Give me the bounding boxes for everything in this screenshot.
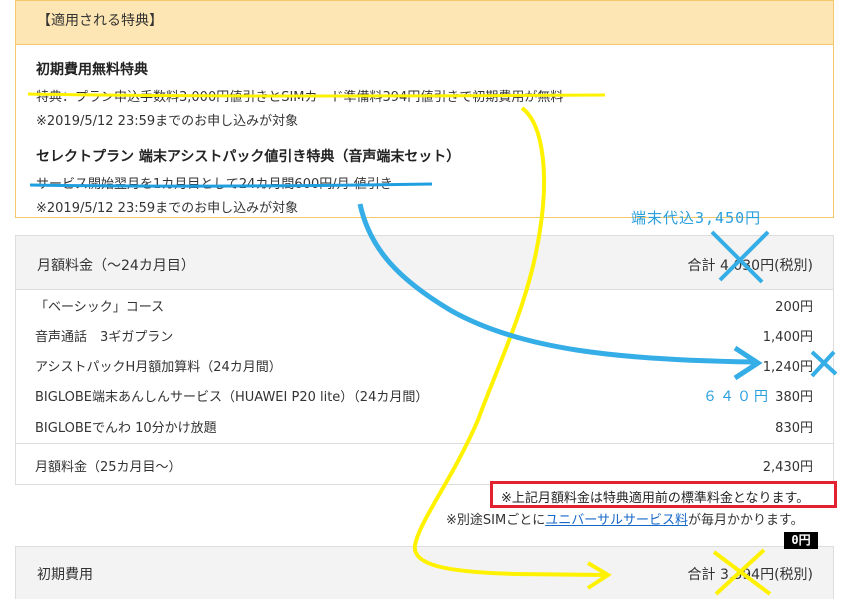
table-row: 「ベーシック」コース 200円 xyxy=(16,290,833,320)
benefit-assist-pack-discount: セレクトプラン 端末アシストパック値引き特典（音声端末セット） サービス開始翌月… xyxy=(36,146,460,216)
universal-service-fee-link[interactable]: ユニバーサルサービス料 xyxy=(545,513,688,528)
initial-fee-total: 合計 3,394円(税別) xyxy=(687,567,813,583)
standard-fee-notice: ※上記月額料金は特典適用前の標準料金となります。 xyxy=(490,481,837,508)
table-row: 音声通話 3ギガプラン 1,400円 xyxy=(16,320,833,350)
benefit-initial-fee-free: 初期費用無料特典 特典：プラン申込手数料3,000円値引きとSIMカード準備料3… xyxy=(36,59,563,129)
monthly-fee-title: 月額料金（～24カ月目） xyxy=(37,258,195,274)
initial-fee-section: 初期費用 合計 3,394円(税別) xyxy=(15,546,834,599)
row-label: 「ベーシック」コース xyxy=(35,300,165,315)
row-price: 200円 xyxy=(775,300,813,315)
benefits-panel: 【適用される特典】 初期費用無料特典 特典：プラン申込手数料3,000円値引きと… xyxy=(15,0,834,218)
universal-service-note: ※別途SIMごとにユニバーサルサービス料が毎月かかります。 xyxy=(446,509,804,528)
monthly-fee-table: 月額料金（～24カ月目） 合計 4,030円(税別) 「ベーシック」コース 20… xyxy=(15,235,834,485)
annotation-discounted-price: ６４０円 xyxy=(703,389,771,405)
table-row-after-24-months: 月額料金（25カ月目～） 2,430円 xyxy=(16,450,833,480)
annotation-zero-yen: 0円 xyxy=(784,532,818,549)
row-label: 音声通話 3ギガプラン xyxy=(35,330,174,345)
note-prefix: ※別途SIMごとに xyxy=(446,513,546,528)
row-price: 830円 xyxy=(775,421,813,436)
row-price: 1,400円 xyxy=(762,330,813,345)
row-label: BIGLOBE端末あんしんサービス（HUAWEI P20 lite）（24カ月間… xyxy=(35,390,429,405)
table-row: アシストパックH月額加算料（24カ月間） 1,240円 xyxy=(16,350,833,380)
monthly-fee-header: 月額料金（～24カ月目） 合計 4,030円(税別) xyxy=(16,236,833,290)
row-label: アシストパックH月額加算料（24カ月間） xyxy=(35,360,282,375)
row-price: 380円 xyxy=(775,390,813,405)
benefit-description: 特典：プラン申込手数料3,000円値引きとSIMカード準備料394円値引きで初期… xyxy=(36,90,564,105)
benefit-deadline-note: ※2019/5/12 23:59までのお申し込みが対象 xyxy=(36,114,299,129)
row-price: 1,240円 xyxy=(762,360,813,375)
note-suffix: が毎月かかります。 xyxy=(687,513,804,528)
benefits-header: 【適用される特典】 xyxy=(16,1,833,45)
benefit-title: セレクトプラン 端末アシストパック値引き特典（音声端末セット） xyxy=(36,149,461,165)
monthly-fee-total: 合計 4,030円(税別) xyxy=(687,258,813,274)
row-label: 月額料金（25カ月目～） xyxy=(35,460,182,475)
table-row: BIGLOBEでんわ 10分かけ放題 830円 xyxy=(16,411,833,441)
row-price: 2,430円 xyxy=(762,460,813,475)
divider xyxy=(16,443,833,444)
benefit-description: サービス開始翌月を1カ月目として24カ月間600円/月 値引き xyxy=(36,177,393,192)
benefit-title: 初期費用無料特典 xyxy=(36,62,148,78)
benefit-deadline-note: ※2019/5/12 23:59までのお申し込みが対象 xyxy=(36,201,299,216)
initial-fee-title: 初期費用 xyxy=(37,567,93,583)
row-label: BIGLOBEでんわ 10分かけ放題 xyxy=(35,421,217,436)
annotation-device-included-price: 端末代込3,450円 xyxy=(631,209,762,227)
